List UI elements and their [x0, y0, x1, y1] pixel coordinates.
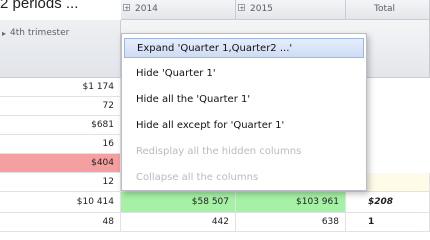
- context-menu: Expand 'Quarter 1,Quarter2 ...' Hide 'Qu…: [121, 33, 367, 191]
- menu-item-collapse-all: Collapse all the columns: [136, 172, 259, 183]
- table-cell: 638: [236, 213, 346, 232]
- pivot-grid: 2 periods ... + 2014 + 2015 Total ▸ 4th …: [0, 0, 430, 240]
- table-cell: $10 414: [0, 192, 121, 213]
- table-cell: 16: [0, 135, 121, 154]
- menu-item-redisplay-hidden: Redisplay all the hidden columns: [136, 146, 302, 157]
- menu-item-expand[interactable]: Expand 'Quarter 1,Quarter2 ...': [124, 38, 364, 58]
- grid-caption: 2 periods ...: [0, 0, 79, 12]
- table-cell: $404: [0, 154, 121, 173]
- col-header-2015[interactable]: + 2015: [236, 0, 346, 20]
- menu-item-hide[interactable]: Hide 'Quarter 1': [124, 64, 364, 84]
- table-cell: $58 507: [121, 192, 236, 213]
- collapse-arrow-icon[interactable]: ▸: [2, 29, 6, 38]
- table-cell: 1: [346, 213, 430, 232]
- table-cell: 72: [0, 97, 121, 116]
- row-header-4th-trimester[interactable]: ▸ 4th trimester: [0, 20, 121, 78]
- expand-plus-icon[interactable]: +: [123, 4, 130, 12]
- menu-item-hide-all-except[interactable]: Hide all except for 'Quarter 1': [124, 116, 364, 136]
- table-cell: $103 961: [236, 192, 346, 213]
- expand-plus-icon[interactable]: +: [238, 4, 245, 12]
- menu-item-hide-all[interactable]: Hide all the 'Quarter 1': [124, 90, 364, 110]
- table-cell: 12: [0, 173, 121, 192]
- col-header-2014[interactable]: + 2014: [121, 0, 236, 20]
- table-cell: 442: [121, 213, 236, 232]
- table-cell: 48: [0, 213, 121, 232]
- table-cell: $681: [0, 116, 121, 135]
- table-cell: $1 174: [0, 78, 121, 97]
- table-cell: $208: [346, 192, 430, 213]
- col-header-total[interactable]: Total: [346, 0, 430, 20]
